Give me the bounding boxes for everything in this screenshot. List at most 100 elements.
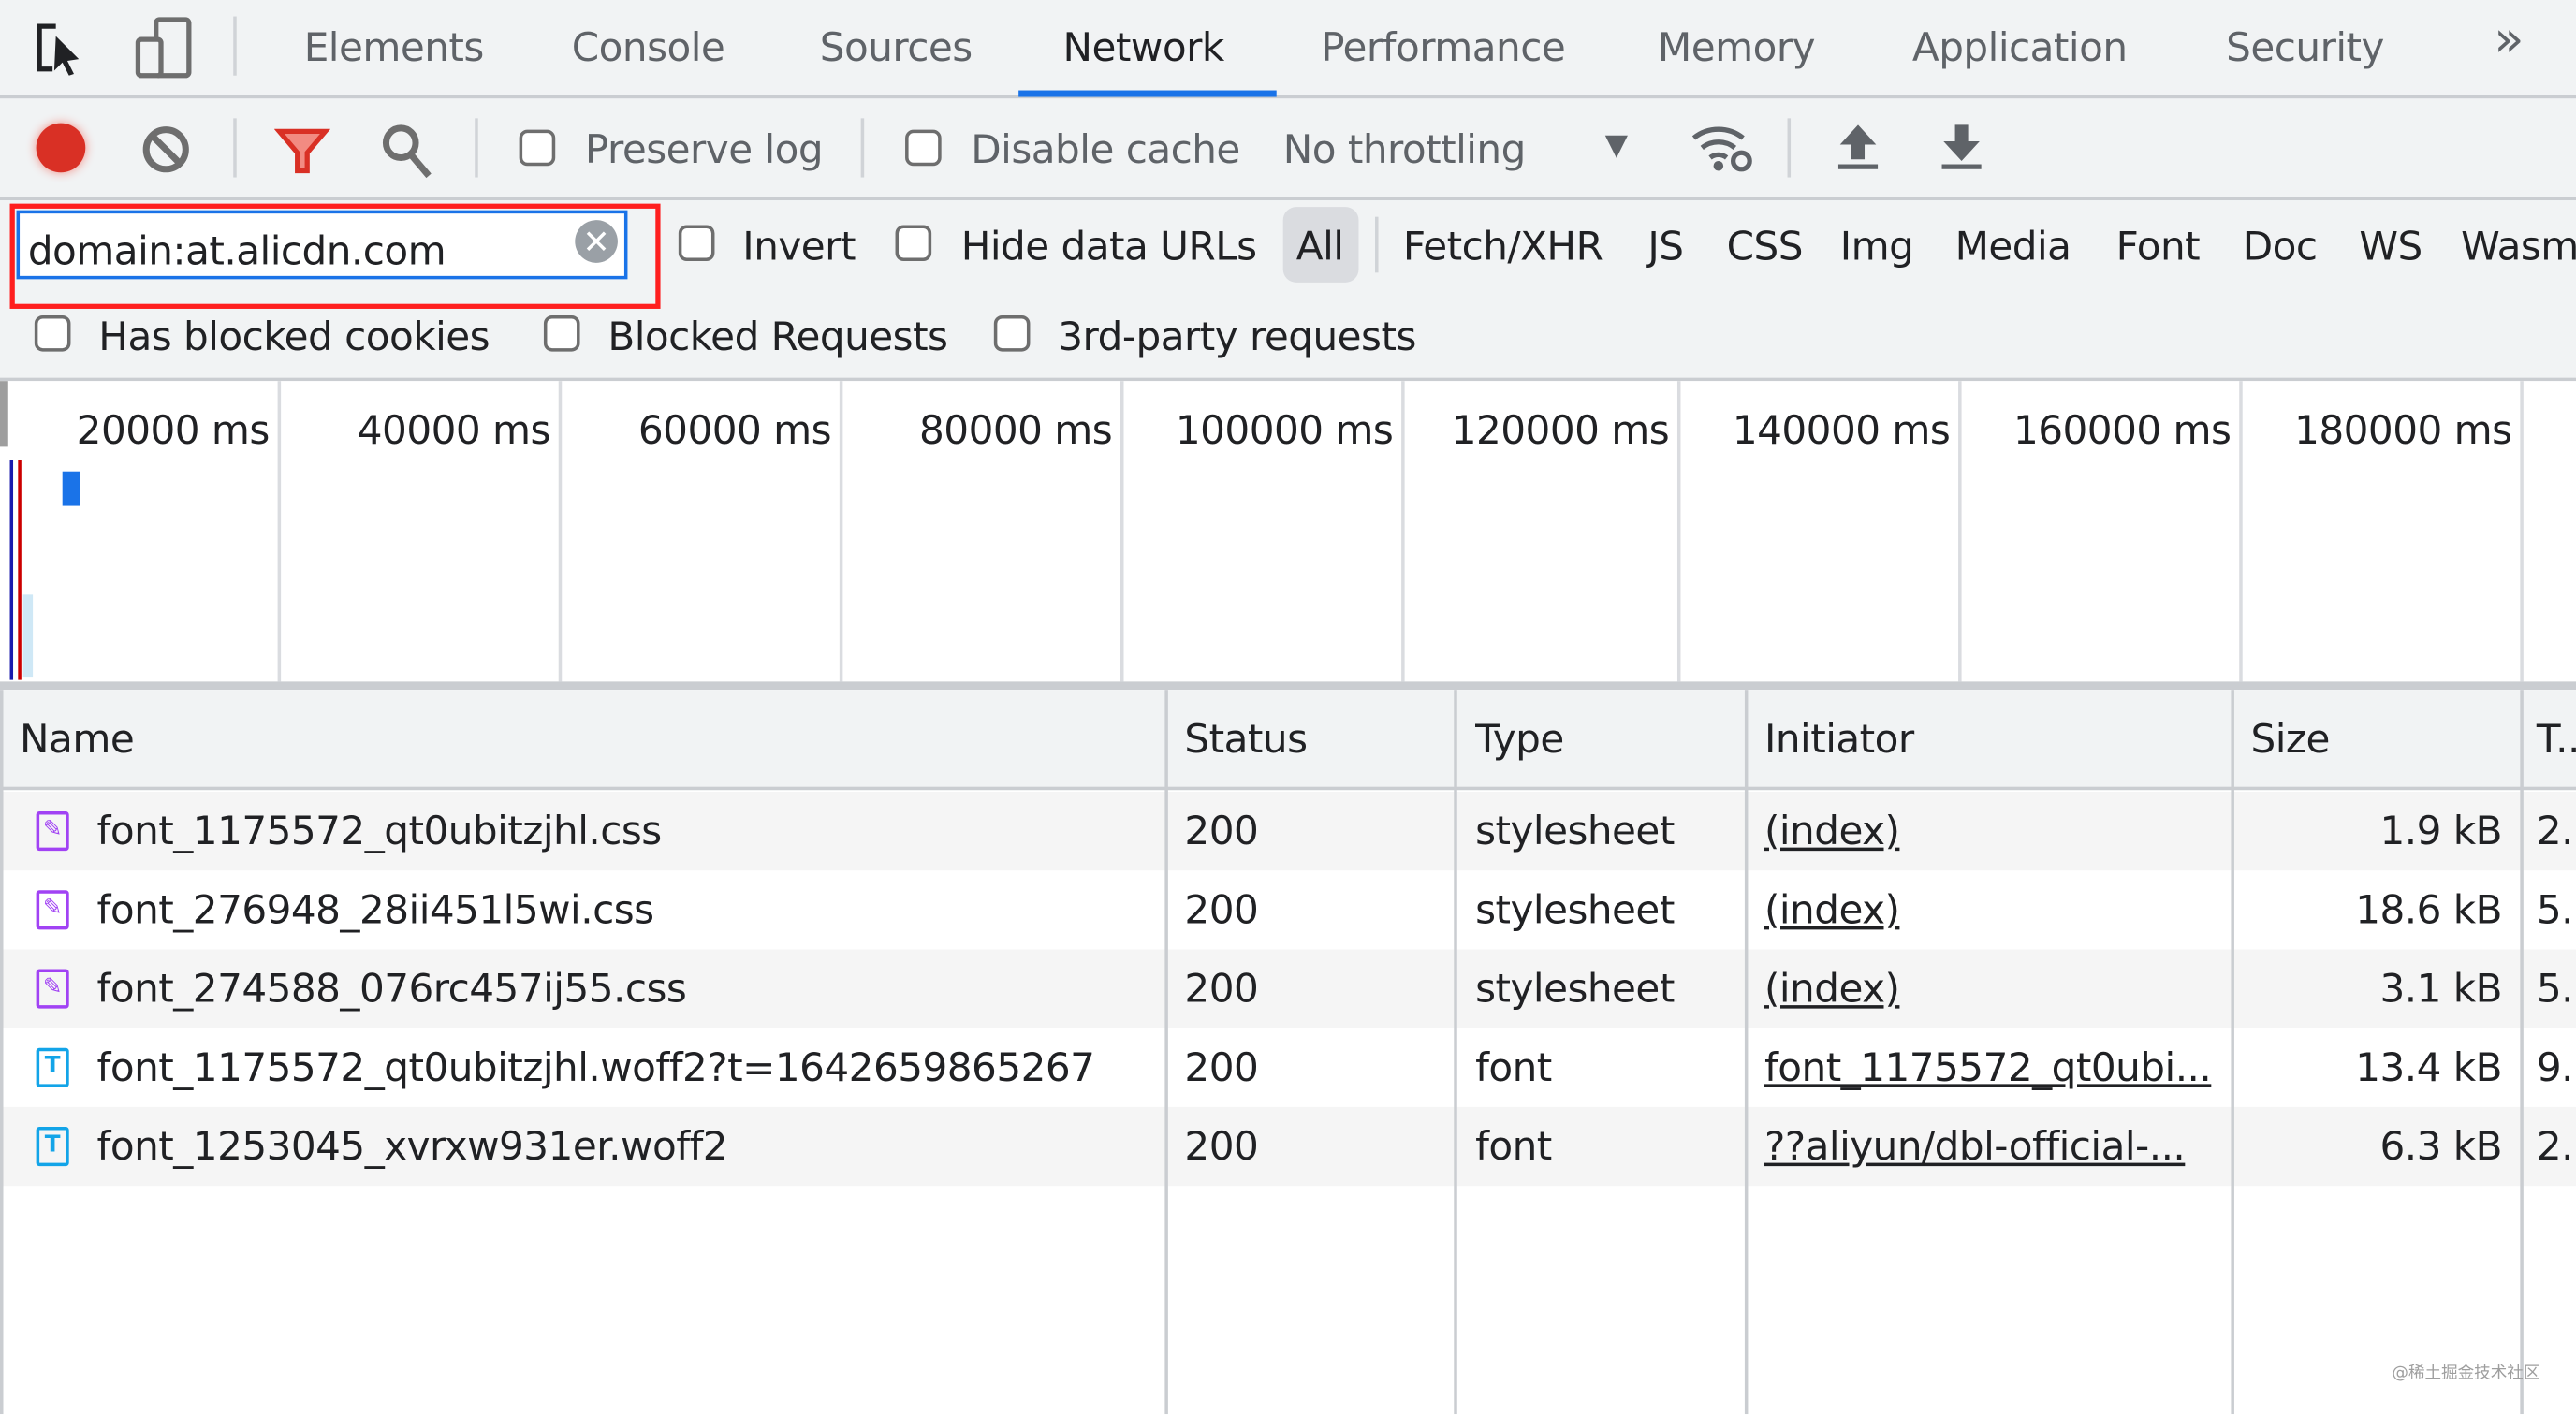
type-filter-font[interactable]: Font (2116, 222, 2201, 271)
invert-checkbox[interactable] (678, 225, 715, 262)
table-row[interactable]: T font_1253045_xvrxw931er.woff2 200 font… (0, 1107, 2576, 1186)
request-time: 5... (2536, 886, 2576, 933)
chevron-down-icon[interactable]: ▼ (1605, 122, 1628, 171)
blocked-requests-label: Blocked Requests (607, 314, 948, 360)
network-conditions-icon[interactable] (1689, 122, 1758, 174)
request-name[interactable]: font_276948_28ii451l5wi.css (97, 870, 655, 949)
import-har-icon[interactable] (1835, 122, 1881, 174)
hide-data-urls-label: Hide data URLs (960, 223, 1257, 270)
stylesheet-icon: ✎ (36, 969, 69, 1009)
column-header-name[interactable]: Name (20, 700, 135, 779)
request-name[interactable]: font_274588_076rc457ij55.css (97, 949, 687, 1028)
type-filter-media[interactable]: Media (1955, 222, 2071, 271)
tab-security[interactable]: Security (2226, 23, 2384, 73)
search-icon[interactable] (379, 122, 435, 181)
type-filter-js[interactable]: JS (1647, 222, 1684, 271)
clear-filter-icon[interactable]: ✕ (575, 220, 618, 263)
export-har-icon[interactable] (1939, 122, 1984, 174)
request-size: 3.1 kB (2379, 965, 2503, 1013)
active-tab-indicator (1018, 90, 1277, 97)
filter-icon[interactable] (274, 126, 330, 176)
overview-drag-handle[interactable] (0, 381, 8, 447)
type-filter-doc[interactable]: Doc (2243, 222, 2318, 271)
table-row[interactable]: T font_1175572_qt0ubitzjhl.woff2?t=16426… (0, 1028, 2576, 1107)
tab-sources[interactable]: Sources (820, 23, 973, 73)
table-row[interactable]: ✎ font_276948_28ii451l5wi.css 200 styles… (0, 870, 2576, 949)
request-time: 5... (2536, 965, 2576, 1013)
tab-elements[interactable]: Elements (304, 23, 485, 73)
request-time: 2... (2536, 808, 2576, 854)
hide-data-urls-checkbox[interactable] (895, 225, 932, 262)
tab-memory[interactable]: Memory (1658, 23, 1816, 73)
request-status: 200 (1184, 965, 1259, 1013)
stylesheet-icon: ✎ (36, 890, 69, 930)
column-header-size[interactable]: Size (2250, 700, 2330, 779)
load-event-marker (18, 460, 22, 680)
request-type: font (1475, 1044, 1552, 1091)
tab-network[interactable]: Network (1063, 23, 1225, 73)
request-name[interactable]: font_1253045_xvrxw931er.woff2 (97, 1107, 728, 1186)
type-filter-ws[interactable]: WS (2359, 222, 2422, 271)
watermark: @稀土掘金技术社区 (2392, 1364, 2540, 1383)
filter-input[interactable]: domain:at.alicdn.com ✕ (16, 210, 628, 280)
request-initiator-link[interactable]: (index) (1764, 949, 1900, 1028)
table-row[interactable]: ✎ font_1175572_qt0ubitzjhl.css 200 style… (0, 792, 2576, 870)
column-header-type[interactable]: Type (1475, 700, 1564, 779)
request-initiator-link[interactable]: ??aliyun/dbl-official-... (1764, 1107, 2186, 1186)
request-initiator-link[interactable]: (index) (1764, 870, 1900, 949)
type-filter-all[interactable]: All (1296, 222, 1344, 271)
tab-performance[interactable]: Performance (1321, 23, 1566, 73)
devtools-tab-bar: Elements Console Sources Network Perform… (0, 0, 2576, 99)
disable-cache-label: Disable cache (971, 126, 1240, 173)
request-time: 2... (2536, 1123, 2576, 1170)
blocked-requests-checkbox[interactable] (543, 314, 580, 352)
request-initiator-link[interactable]: font_1175572_qt0ubi... (1764, 1028, 2212, 1107)
timeline-overview[interactable]: 20000 ms 40000 ms 60000 ms 80000 ms 1000… (0, 381, 2576, 682)
request-type: stylesheet (1475, 808, 1675, 854)
request-name[interactable]: font_1175572_qt0ubitzjhl.css (97, 792, 663, 870)
request-type: stylesheet (1475, 965, 1675, 1013)
stylesheet-icon: ✎ (36, 811, 69, 852)
record-icon[interactable] (36, 123, 86, 173)
request-name[interactable]: font_1175572_qt0ubitzjhl.woff2?t=1642659… (97, 1028, 1095, 1107)
type-filter-css[interactable]: CSS (1727, 222, 1804, 271)
tab-console[interactable]: Console (572, 23, 725, 73)
table-row[interactable]: ✎ font_274588_076rc457ij55.css 200 style… (0, 949, 2576, 1028)
request-status: 200 (1184, 1044, 1259, 1091)
request-initiator-link[interactable]: (index) (1764, 792, 1900, 870)
overview-tick: 140000 ms (1732, 407, 1951, 454)
clear-icon[interactable] (141, 124, 191, 174)
request-bar (22, 594, 34, 678)
dom-content-loaded-marker (9, 460, 14, 680)
column-header-initiator[interactable]: Initiator (1764, 700, 1914, 779)
inspect-element-icon[interactable] (37, 23, 93, 76)
request-status: 200 (1184, 808, 1259, 854)
third-party-checkbox[interactable] (993, 314, 1031, 352)
request-bar (62, 471, 80, 506)
column-header-time[interactable]: T... (2537, 700, 2576, 779)
filter-input-value: domain:at.alicdn.com (27, 227, 446, 275)
type-filter-fetch-xhr[interactable]: Fetch/XHR (1403, 222, 1603, 271)
column-header-status[interactable]: Status (1184, 700, 1308, 779)
throttling-select[interactable]: No throttling (1283, 124, 1527, 174)
device-toolbar-icon[interactable] (135, 17, 194, 80)
has-blocked-cookies-checkbox[interactable] (34, 314, 71, 352)
network-toolbar: Preserve log Disable cache No throttling… (0, 98, 2576, 201)
type-filter-img[interactable]: Img (1840, 222, 1914, 271)
request-size: 18.6 kB (2355, 886, 2503, 933)
requests-table: Name Status Type Initiator Size T... ✎ f… (0, 690, 2576, 1415)
more-tabs-chevron-icon[interactable]: » (2494, 16, 2524, 66)
tab-application[interactable]: Application (1912, 23, 2128, 73)
has-blocked-cookies-label: Has blocked cookies (98, 314, 490, 360)
disable-cache-checkbox[interactable] (905, 129, 942, 167)
request-status: 200 (1184, 1123, 1259, 1170)
overview-tick: 180000 ms (2294, 407, 2512, 454)
type-filter-wasm[interactable]: Wasm (2461, 222, 2576, 271)
preserve-log-checkbox[interactable] (519, 129, 556, 167)
overview-tick: 40000 ms (357, 407, 551, 454)
font-icon: T (36, 1126, 69, 1167)
request-time: 9... (2536, 1044, 2576, 1091)
filter-bar: domain:at.alicdn.com ✕ Invert Hide data … (0, 200, 2576, 382)
font-icon: T (36, 1047, 69, 1087)
request-type: stylesheet (1475, 886, 1675, 933)
